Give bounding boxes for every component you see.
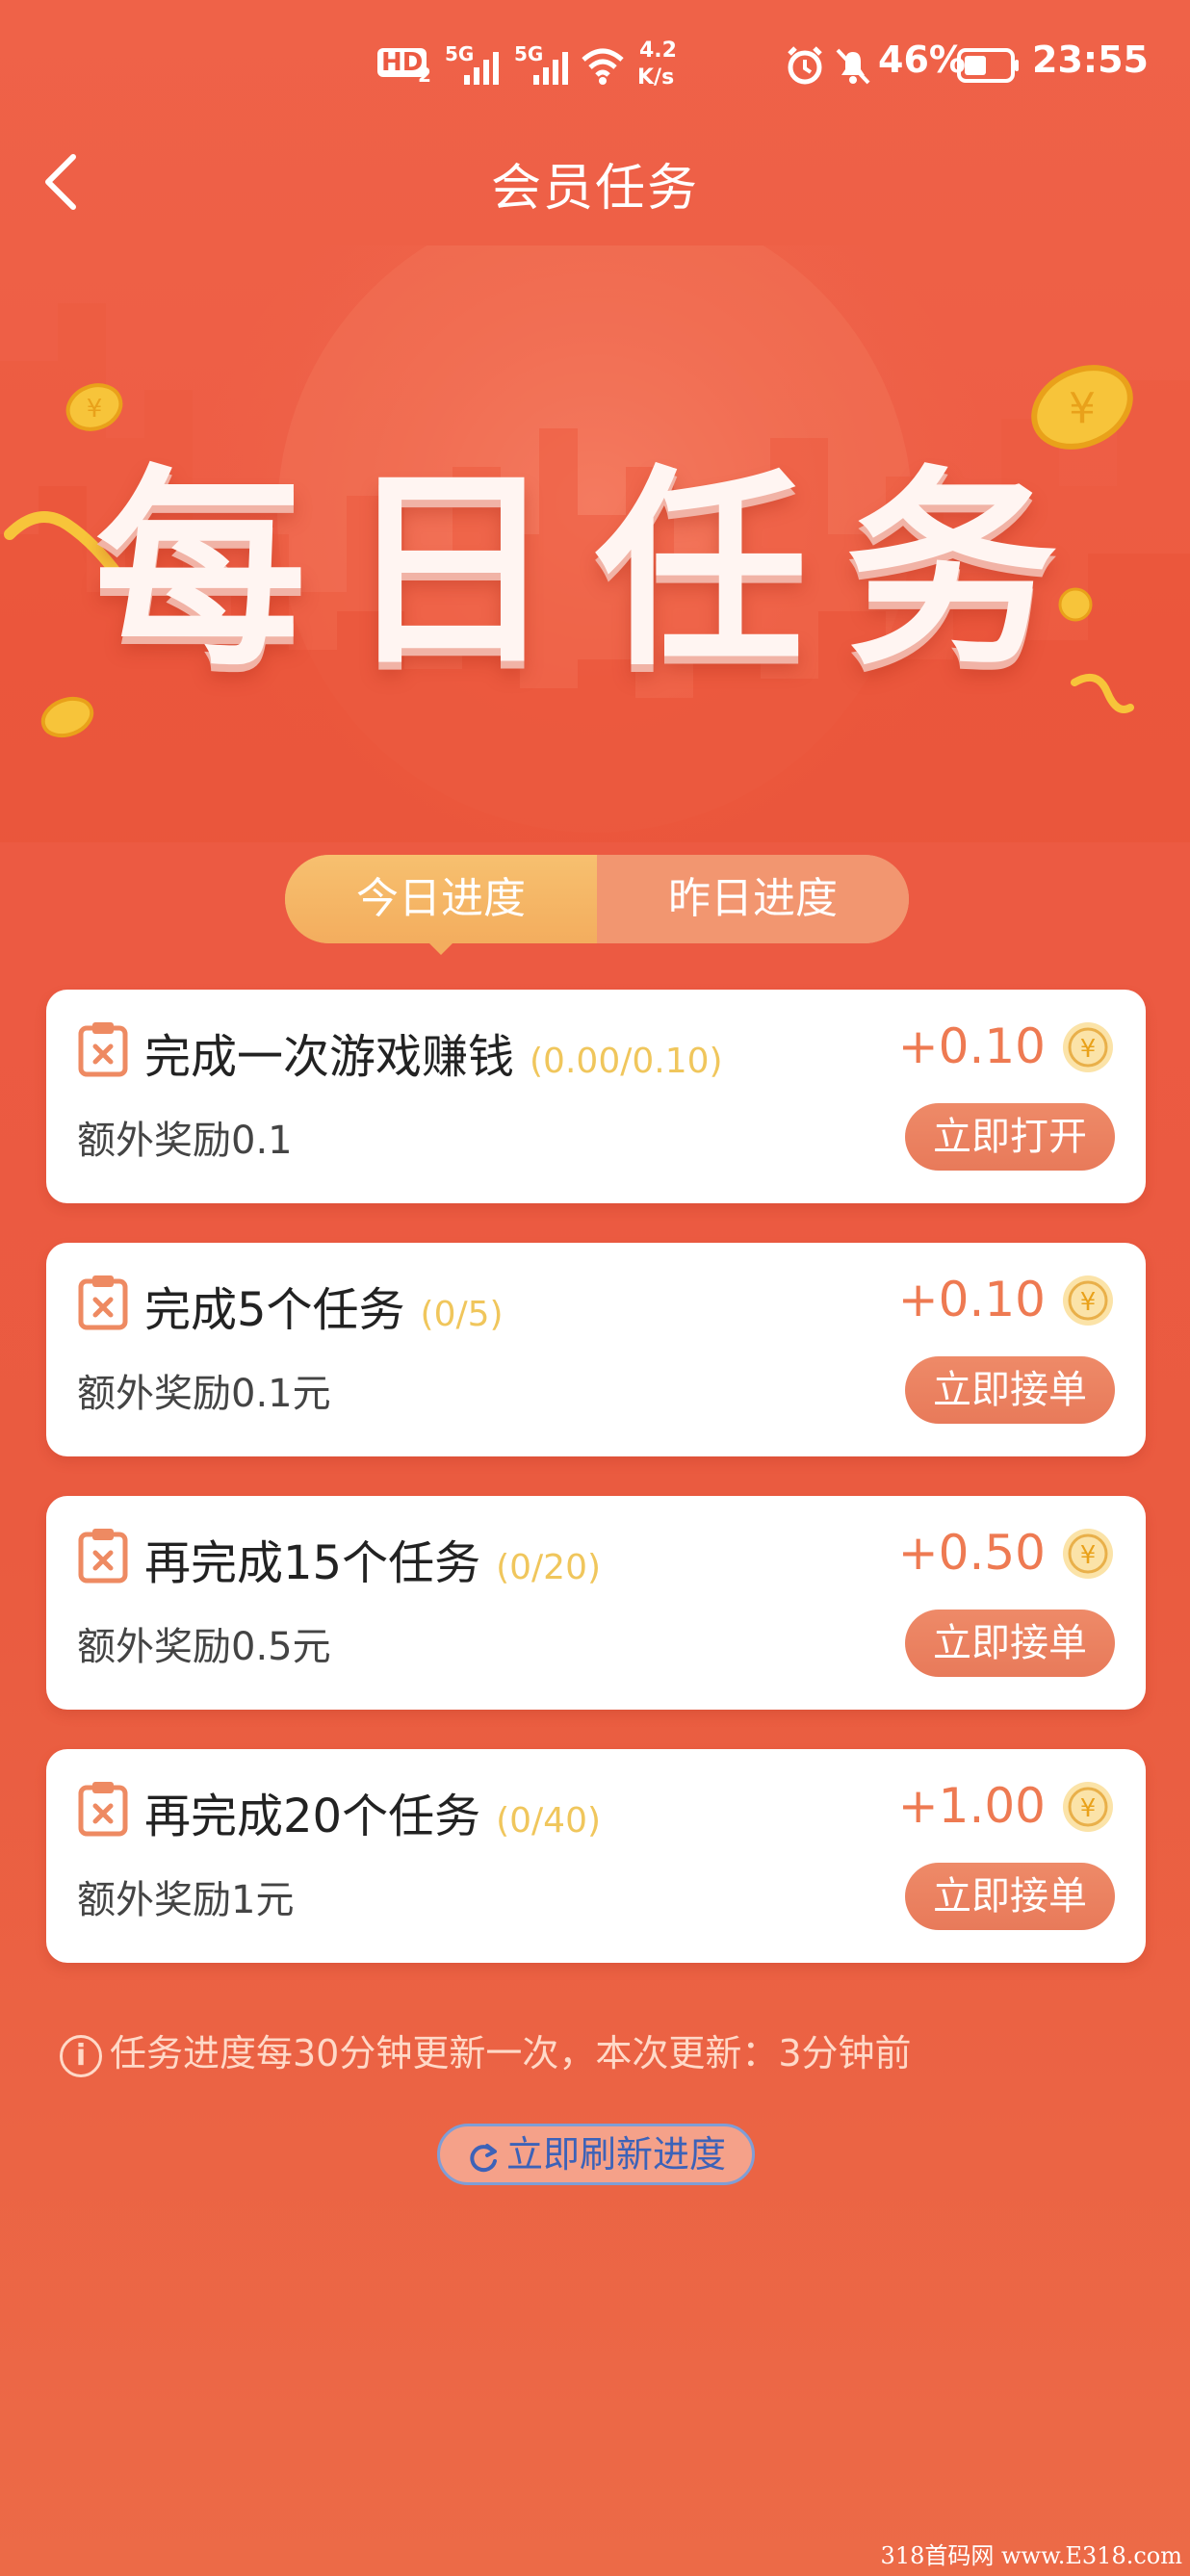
accept-order-button[interactable]: 立即接单 [905,1356,1115,1424]
wifi-icon [582,48,624,85]
alarm-icon [788,46,822,85]
clipboard-icon [78,1275,128,1330]
clipboard-icon [78,1022,128,1077]
task-card: 再完成20个任务 (0/40) +1.00 ¥ 额外奖励1元 立即接单 [46,1749,1146,1963]
page-title: 会员任务 [490,160,699,218]
clipboard-icon [78,1529,128,1584]
refresh-progress-button[interactable]: 立即刷新进度 [437,2124,755,2185]
coin-icon: ¥ [1063,1782,1113,1832]
svg-text:¥: ¥ [1080,1035,1097,1064]
open-now-button[interactable]: 立即打开 [905,1103,1115,1171]
refresh-icon [470,2143,497,2172]
task-card: 完成5个任务 (0/5) +0.10 ¥ 额外奖励0.1元 立即接单 [46,1243,1146,1456]
coin-icon: ¥ [1063,1022,1113,1072]
task-extra-reward: 额外奖励0.1 [77,1119,293,1163]
task-reward: +0.10 [897,1272,1046,1327]
task-card: 再完成15个任务 (0/20) +0.50 ¥ 额外奖励0.5元 立即接单 [46,1496,1146,1710]
task-progress: (0.00/0.10) [530,1042,723,1081]
clipboard-icon [78,1782,128,1837]
coin-icon: ¥ [1063,1529,1113,1579]
task-reward: +0.10 [897,1018,1046,1074]
task-title-text: 完成一次游戏赚钱 [144,1030,515,1084]
task-progress: (0/40) [496,1801,602,1841]
signal-icon [533,52,568,85]
task-title-text: 再完成15个任务 [144,1536,481,1590]
update-notice: i 任务进度每30分钟更新一次，本次更新：3分钟前 [60,2023,912,2077]
signal-icon [464,52,499,85]
task-card: 完成一次游戏赚钱 (0.00/0.10) +0.10 ¥ 额外奖励0.1 立即打开 [46,990,1146,1203]
task-progress: (0/5) [420,1295,504,1334]
task-extra-reward: 额外奖励1元 [77,1878,295,1922]
tab-yesterday-progress[interactable]: 昨日进度 [597,855,909,943]
task-reward: +0.50 [897,1525,1046,1581]
svg-text:¥: ¥ [1080,1794,1097,1823]
coin-icon: ¥ [1063,1275,1113,1326]
banner: ¥ ¥ 每日任务 [0,245,1190,842]
task-title-text: 再完成20个任务 [144,1790,481,1843]
banner-title: 每日任务 [93,448,1096,694]
accept-order-button[interactable]: 立即接单 [905,1863,1115,1930]
battery-percent: 46% [878,39,966,81]
clock: 23:55 [1032,39,1149,81]
progress-tabs: 今日进度 昨日进度 [285,855,909,955]
task-reward: +1.00 [897,1778,1046,1834]
task-title: 完成5个任务 (0/5) [144,1272,504,1339]
battery-icon [957,48,1019,83]
speed-value: 4.2 [639,39,677,63]
task-extra-reward: 额外奖励0.5元 [77,1625,331,1669]
status-bar: HD 2 5G 5G 4.2 K/s 46% 23:55 [0,0,1190,111]
active-tab-pointer [427,941,454,955]
watermark: 318首码网 www.E318.com [880,2542,1182,2569]
task-title-text: 完成5个任务 [144,1283,405,1337]
info-icon: i [60,2034,102,2077]
task-title: 再完成20个任务 (0/40) [144,1778,601,1845]
task-title: 完成一次游戏赚钱 (0.00/0.10) [144,1018,723,1086]
hd-sub: 2 [418,64,431,87]
refresh-label: 立即刷新进度 [505,2133,726,2176]
tab-today-progress[interactable]: 今日进度 [285,855,597,943]
task-progress: (0/20) [496,1548,602,1587]
svg-text:¥: ¥ [1080,1288,1097,1317]
speed-unit: K/s [637,65,675,90]
mute-icon [836,48,870,85]
accept-order-button[interactable]: 立即接单 [905,1610,1115,1677]
task-extra-reward: 额外奖励0.1元 [77,1372,331,1416]
header: 会员任务 [0,111,1190,245]
task-title: 再完成15个任务 (0/20) [144,1525,601,1592]
svg-text:¥: ¥ [1080,1541,1097,1570]
update-notice-text: 任务进度每30分钟更新一次，本次更新：3分钟前 [110,2032,912,2074]
